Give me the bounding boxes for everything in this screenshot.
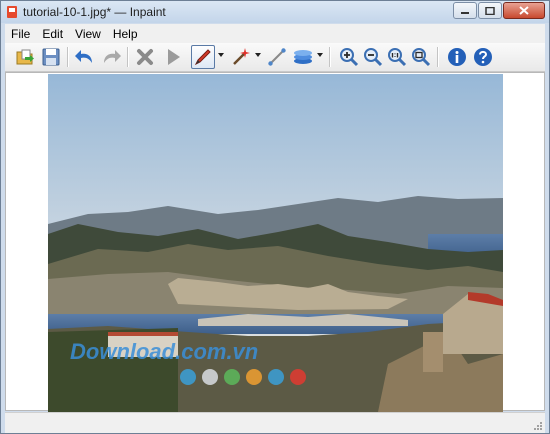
menu-help[interactable]: Help: [107, 27, 144, 41]
toolbar-separator: [329, 47, 331, 67]
remove-selection-icon: [137, 49, 153, 65]
inpaint-app-icon: [7, 6, 17, 18]
magic-wand-icon: [233, 48, 250, 65]
marker-tool-icon: [194, 49, 211, 66]
menu-view[interactable]: View: [69, 27, 107, 41]
close-button[interactable]: [503, 2, 545, 19]
guide-lines-button[interactable]: [265, 45, 289, 69]
toolbar-separator: [67, 47, 69, 67]
menu-file[interactable]: File: [5, 27, 36, 41]
canvas-area[interactable]: Download.com.vn: [5, 72, 545, 412]
run-inpaint-icon: [168, 49, 180, 65]
save-button[interactable]: [39, 45, 63, 69]
zoom-in-button[interactable]: [337, 45, 361, 69]
maximize-button[interactable]: [478, 2, 502, 19]
toolbar-separator: [437, 47, 439, 67]
undo-button[interactable]: [73, 45, 97, 69]
info-icon: [448, 48, 466, 66]
resize-grip-icon[interactable]: [533, 421, 543, 431]
minimize-icon: [461, 11, 469, 14]
layers-dropdown-arrow[interactable]: [317, 53, 323, 57]
toolbar: [5, 43, 545, 72]
actual-size-icon: [388, 48, 407, 67]
zoom-fit-button[interactable]: [409, 45, 433, 69]
menu-bar: File Edit View Help: [5, 24, 545, 44]
maximize-icon: [485, 6, 495, 15]
info-button[interactable]: [445, 45, 469, 69]
open-button[interactable]: [13, 45, 37, 69]
menu-edit[interactable]: Edit: [36, 27, 69, 41]
layers-icon: [294, 50, 312, 64]
photo-canvas[interactable]: Download.com.vn: [48, 74, 503, 412]
magic-wand-button[interactable]: [229, 45, 253, 69]
close-icon: [519, 6, 529, 15]
redo-icon: [104, 50, 121, 63]
zoom-out-button[interactable]: [361, 45, 385, 69]
title-bar[interactable]: tutorial-10-1.jpg* — Inpaint: [1, 1, 549, 23]
zoom-fit-icon: [412, 48, 431, 67]
layers-button[interactable]: [291, 45, 315, 69]
watermark-text: Download.com.vn: [70, 339, 258, 364]
open-icon: [16, 49, 34, 65]
guide-lines-icon: [268, 48, 286, 66]
app-window: tutorial-10-1.jpg* — Inpaint File Edit V…: [0, 0, 550, 434]
minimize-button[interactable]: [453, 2, 477, 19]
status-bar: [5, 412, 545, 433]
save-icon: [42, 48, 60, 66]
marker-dropdown-arrow[interactable]: [218, 53, 224, 57]
help-icon: [474, 48, 492, 66]
remove-selection-button[interactable]: [133, 45, 157, 69]
zoom-in-icon: [340, 48, 359, 67]
toolbar-separator: [127, 47, 129, 67]
zoom-out-icon: [364, 48, 383, 67]
undo-icon: [75, 50, 92, 63]
help-button[interactable]: [471, 45, 495, 69]
redo-button[interactable]: [99, 45, 123, 69]
window-title: tutorial-10-1.jpg* — Inpaint: [23, 5, 166, 19]
magic-wand-dropdown-arrow[interactable]: [255, 53, 261, 57]
actual-size-button[interactable]: [385, 45, 409, 69]
run-inpaint-button[interactable]: [161, 45, 185, 69]
marker-tool-button[interactable]: [191, 45, 215, 69]
